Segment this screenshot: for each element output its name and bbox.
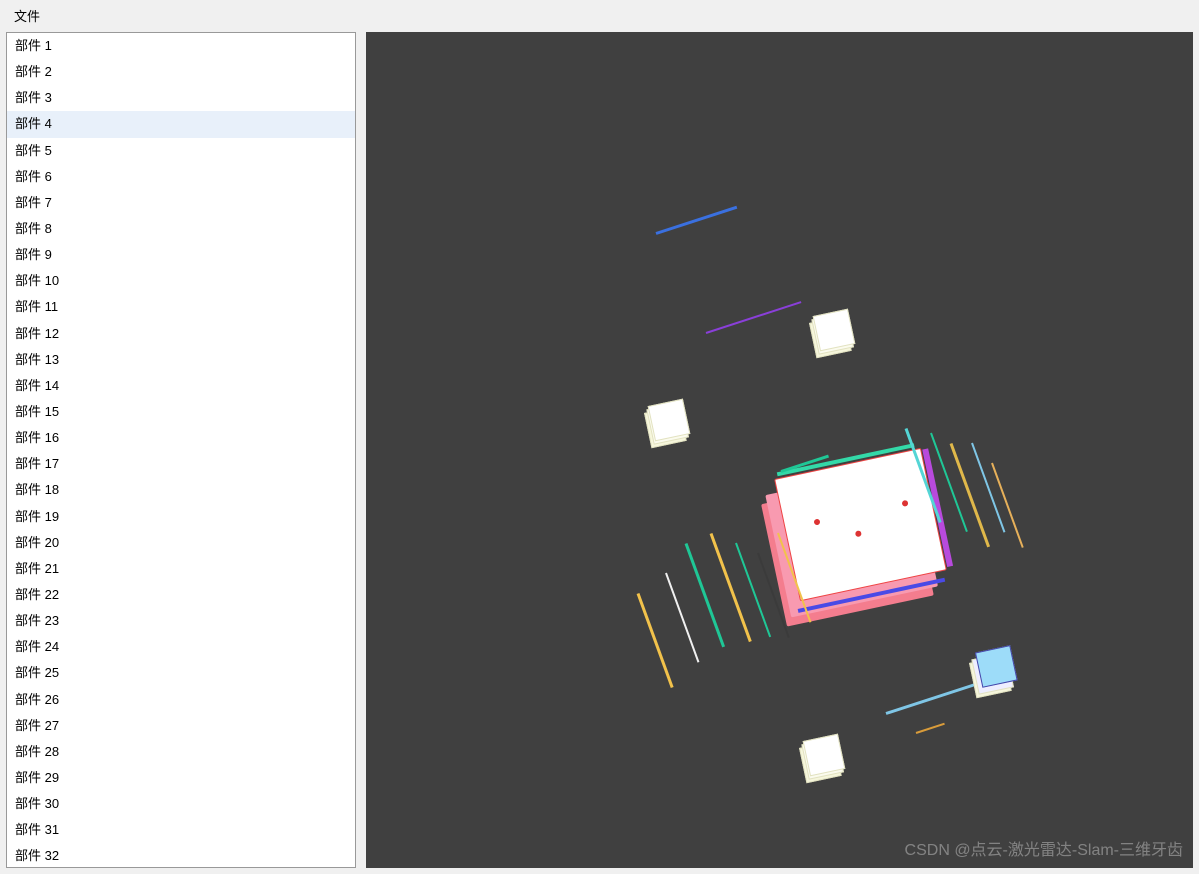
scene-line bbox=[706, 301, 802, 334]
list-item[interactable]: 部件 22 bbox=[7, 582, 355, 608]
square-layer bbox=[803, 734, 846, 777]
list-item[interactable]: 部件 27 bbox=[7, 713, 355, 739]
scene-square-stack bbox=[803, 734, 846, 777]
list-item[interactable]: 部件 20 bbox=[7, 530, 355, 556]
list-item[interactable]: 部件 18 bbox=[7, 477, 355, 503]
main-area: 部件 1部件 2部件 3部件 4部件 5部件 6部件 7部件 8部件 9部件 1… bbox=[0, 26, 1199, 874]
list-item[interactable]: 部件 7 bbox=[7, 190, 355, 216]
list-item[interactable]: 部件 31 bbox=[7, 817, 355, 843]
list-item[interactable]: 部件 14 bbox=[7, 373, 355, 399]
scene-line bbox=[916, 723, 945, 734]
list-item[interactable]: 部件 29 bbox=[7, 765, 355, 791]
list-item[interactable]: 部件 3 bbox=[7, 85, 355, 111]
scene-square-stack bbox=[973, 649, 1016, 692]
parts-list[interactable]: 部件 1部件 2部件 3部件 4部件 5部件 6部件 7部件 8部件 9部件 1… bbox=[6, 32, 356, 868]
list-item[interactable]: 部件 13 bbox=[7, 347, 355, 373]
scene-line bbox=[656, 206, 738, 235]
list-item[interactable]: 部件 16 bbox=[7, 425, 355, 451]
list-item[interactable]: 部件 9 bbox=[7, 242, 355, 268]
list-item[interactable]: 部件 19 bbox=[7, 504, 355, 530]
scene-square-stack bbox=[648, 399, 691, 442]
list-item[interactable]: 部件 8 bbox=[7, 216, 355, 242]
list-item[interactable]: 部件 5 bbox=[7, 138, 355, 164]
menubar: 文件 bbox=[0, 0, 1199, 26]
list-item[interactable]: 部件 28 bbox=[7, 739, 355, 765]
scene-line bbox=[637, 593, 674, 688]
list-item[interactable]: 部件 15 bbox=[7, 399, 355, 425]
list-item[interactable]: 部件 11 bbox=[7, 294, 355, 320]
list-item[interactable]: 部件 26 bbox=[7, 687, 355, 713]
list-item[interactable]: 部件 12 bbox=[7, 321, 355, 347]
scene-line bbox=[950, 443, 990, 547]
list-item[interactable]: 部件 21 bbox=[7, 556, 355, 582]
list-item[interactable]: 部件 23 bbox=[7, 608, 355, 634]
scene-line bbox=[735, 543, 771, 638]
list-item[interactable]: 部件 1 bbox=[7, 33, 355, 59]
list-item[interactable]: 部件 10 bbox=[7, 268, 355, 294]
list-item[interactable]: 部件 6 bbox=[7, 164, 355, 190]
list-item[interactable]: 部件 24 bbox=[7, 634, 355, 660]
list-item[interactable]: 部件 2 bbox=[7, 59, 355, 85]
scene-line bbox=[665, 573, 699, 663]
scene-square-stack bbox=[813, 309, 856, 352]
list-item[interactable]: 部件 17 bbox=[7, 451, 355, 477]
watermark: CSDN @点云-激光雷达-Slam-三维牙齿 bbox=[905, 836, 1183, 860]
viewport-3d[interactable]: CSDN @点云-激光雷达-Slam-三维牙齿 bbox=[366, 32, 1193, 868]
square-layer bbox=[813, 309, 856, 352]
menu-file[interactable]: 文件 bbox=[10, 4, 44, 27]
list-item[interactable]: 部件 30 bbox=[7, 791, 355, 817]
list-item[interactable]: 部件 25 bbox=[7, 660, 355, 686]
list-item[interactable]: 部件 32 bbox=[7, 843, 355, 868]
square-layer bbox=[975, 645, 1018, 688]
list-item[interactable]: 部件 4 bbox=[7, 111, 355, 137]
square-layer bbox=[648, 399, 691, 442]
